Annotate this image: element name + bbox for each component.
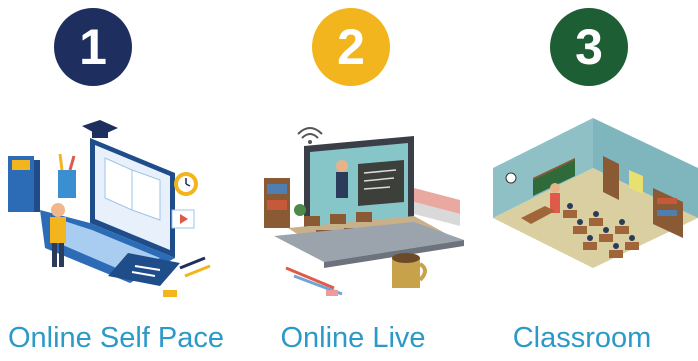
option-online-live[interactable]: 2 Online Live [237, 0, 469, 361]
number-badge-1: 1 [54, 8, 132, 86]
option-self-pace[interactable]: 1 Online Self Pace [0, 0, 232, 361]
classroom-icon [493, 118, 698, 268]
option-label: Classroom [512, 322, 652, 354]
option-classroom[interactable]: 3 Classroom [466, 0, 698, 361]
number-badge-3: 3 [550, 8, 628, 86]
learning-modes-page: { "options": [ {"number": "1", "label": … [0, 0, 698, 361]
laptop-self-study-icon [8, 120, 211, 297]
number-badge-2: 2 [312, 8, 390, 86]
option-label: Online Self Pace [7, 322, 224, 354]
option-label: Online Live [280, 322, 426, 354]
live-online-class-icon [264, 127, 464, 296]
